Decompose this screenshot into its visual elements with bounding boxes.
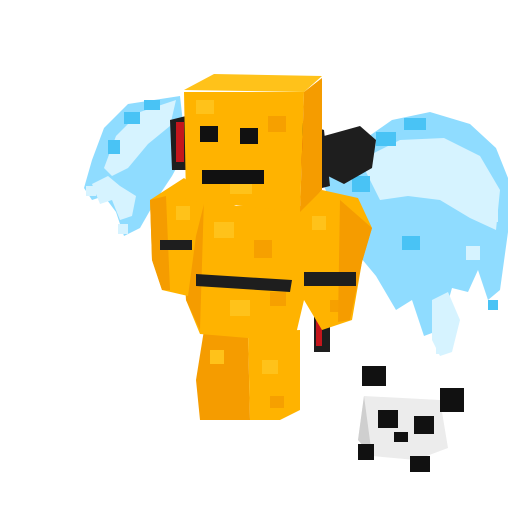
right-wing-feather-pixel [376,132,396,146]
torso-voxel [254,240,272,258]
right-arm-band [304,272,356,286]
leg-voxel [230,378,244,392]
headphone-left-accent [176,122,184,162]
leg-voxel [210,350,224,364]
arm-voxel [330,300,342,312]
leg-voxel [270,396,284,408]
panda-left-ear [362,366,386,386]
left-wing-feather-pixel [108,140,120,154]
right-eye [240,128,258,144]
torso-voxel [270,292,286,306]
voxel-character-scene [0,0,512,512]
right-wing-feather-pixel [404,118,426,130]
mouth [202,170,264,184]
right-wing-feather-pixel [484,206,498,222]
character-render-svg [84,74,508,472]
left-wing-feather-pixel [124,112,140,124]
right-wing-feather-pixel [352,176,370,192]
arm-voxel [312,216,326,230]
right-wing-feather-pixel [488,300,498,310]
torso-voxel [230,300,250,316]
head-voxel [196,100,214,114]
panda-head [358,366,464,472]
left-arm-band [160,240,192,250]
left-wing-feather-pixel [118,224,128,234]
head-top [184,74,322,92]
panda-right-eye-patch [414,416,434,434]
panda-left-paw [358,444,374,460]
panda-nose [394,432,408,442]
panda-left-eye-patch [378,410,398,428]
torso-voxel [214,222,234,238]
left-leg [196,330,250,420]
head-voxel [268,116,286,132]
left-wing-feather-pixel [86,186,96,196]
right-wing-feather-pixel [402,236,420,250]
right-wing-feather-pixel [466,246,480,260]
panda-right-paw [410,456,430,472]
left-wing-feather-pixel [144,100,160,110]
leg-voxel [262,360,278,374]
arm-voxel [176,206,190,220]
panda-right-ear [440,388,464,412]
right-wing-feather-pixel [436,344,446,354]
left-eye [200,126,218,142]
